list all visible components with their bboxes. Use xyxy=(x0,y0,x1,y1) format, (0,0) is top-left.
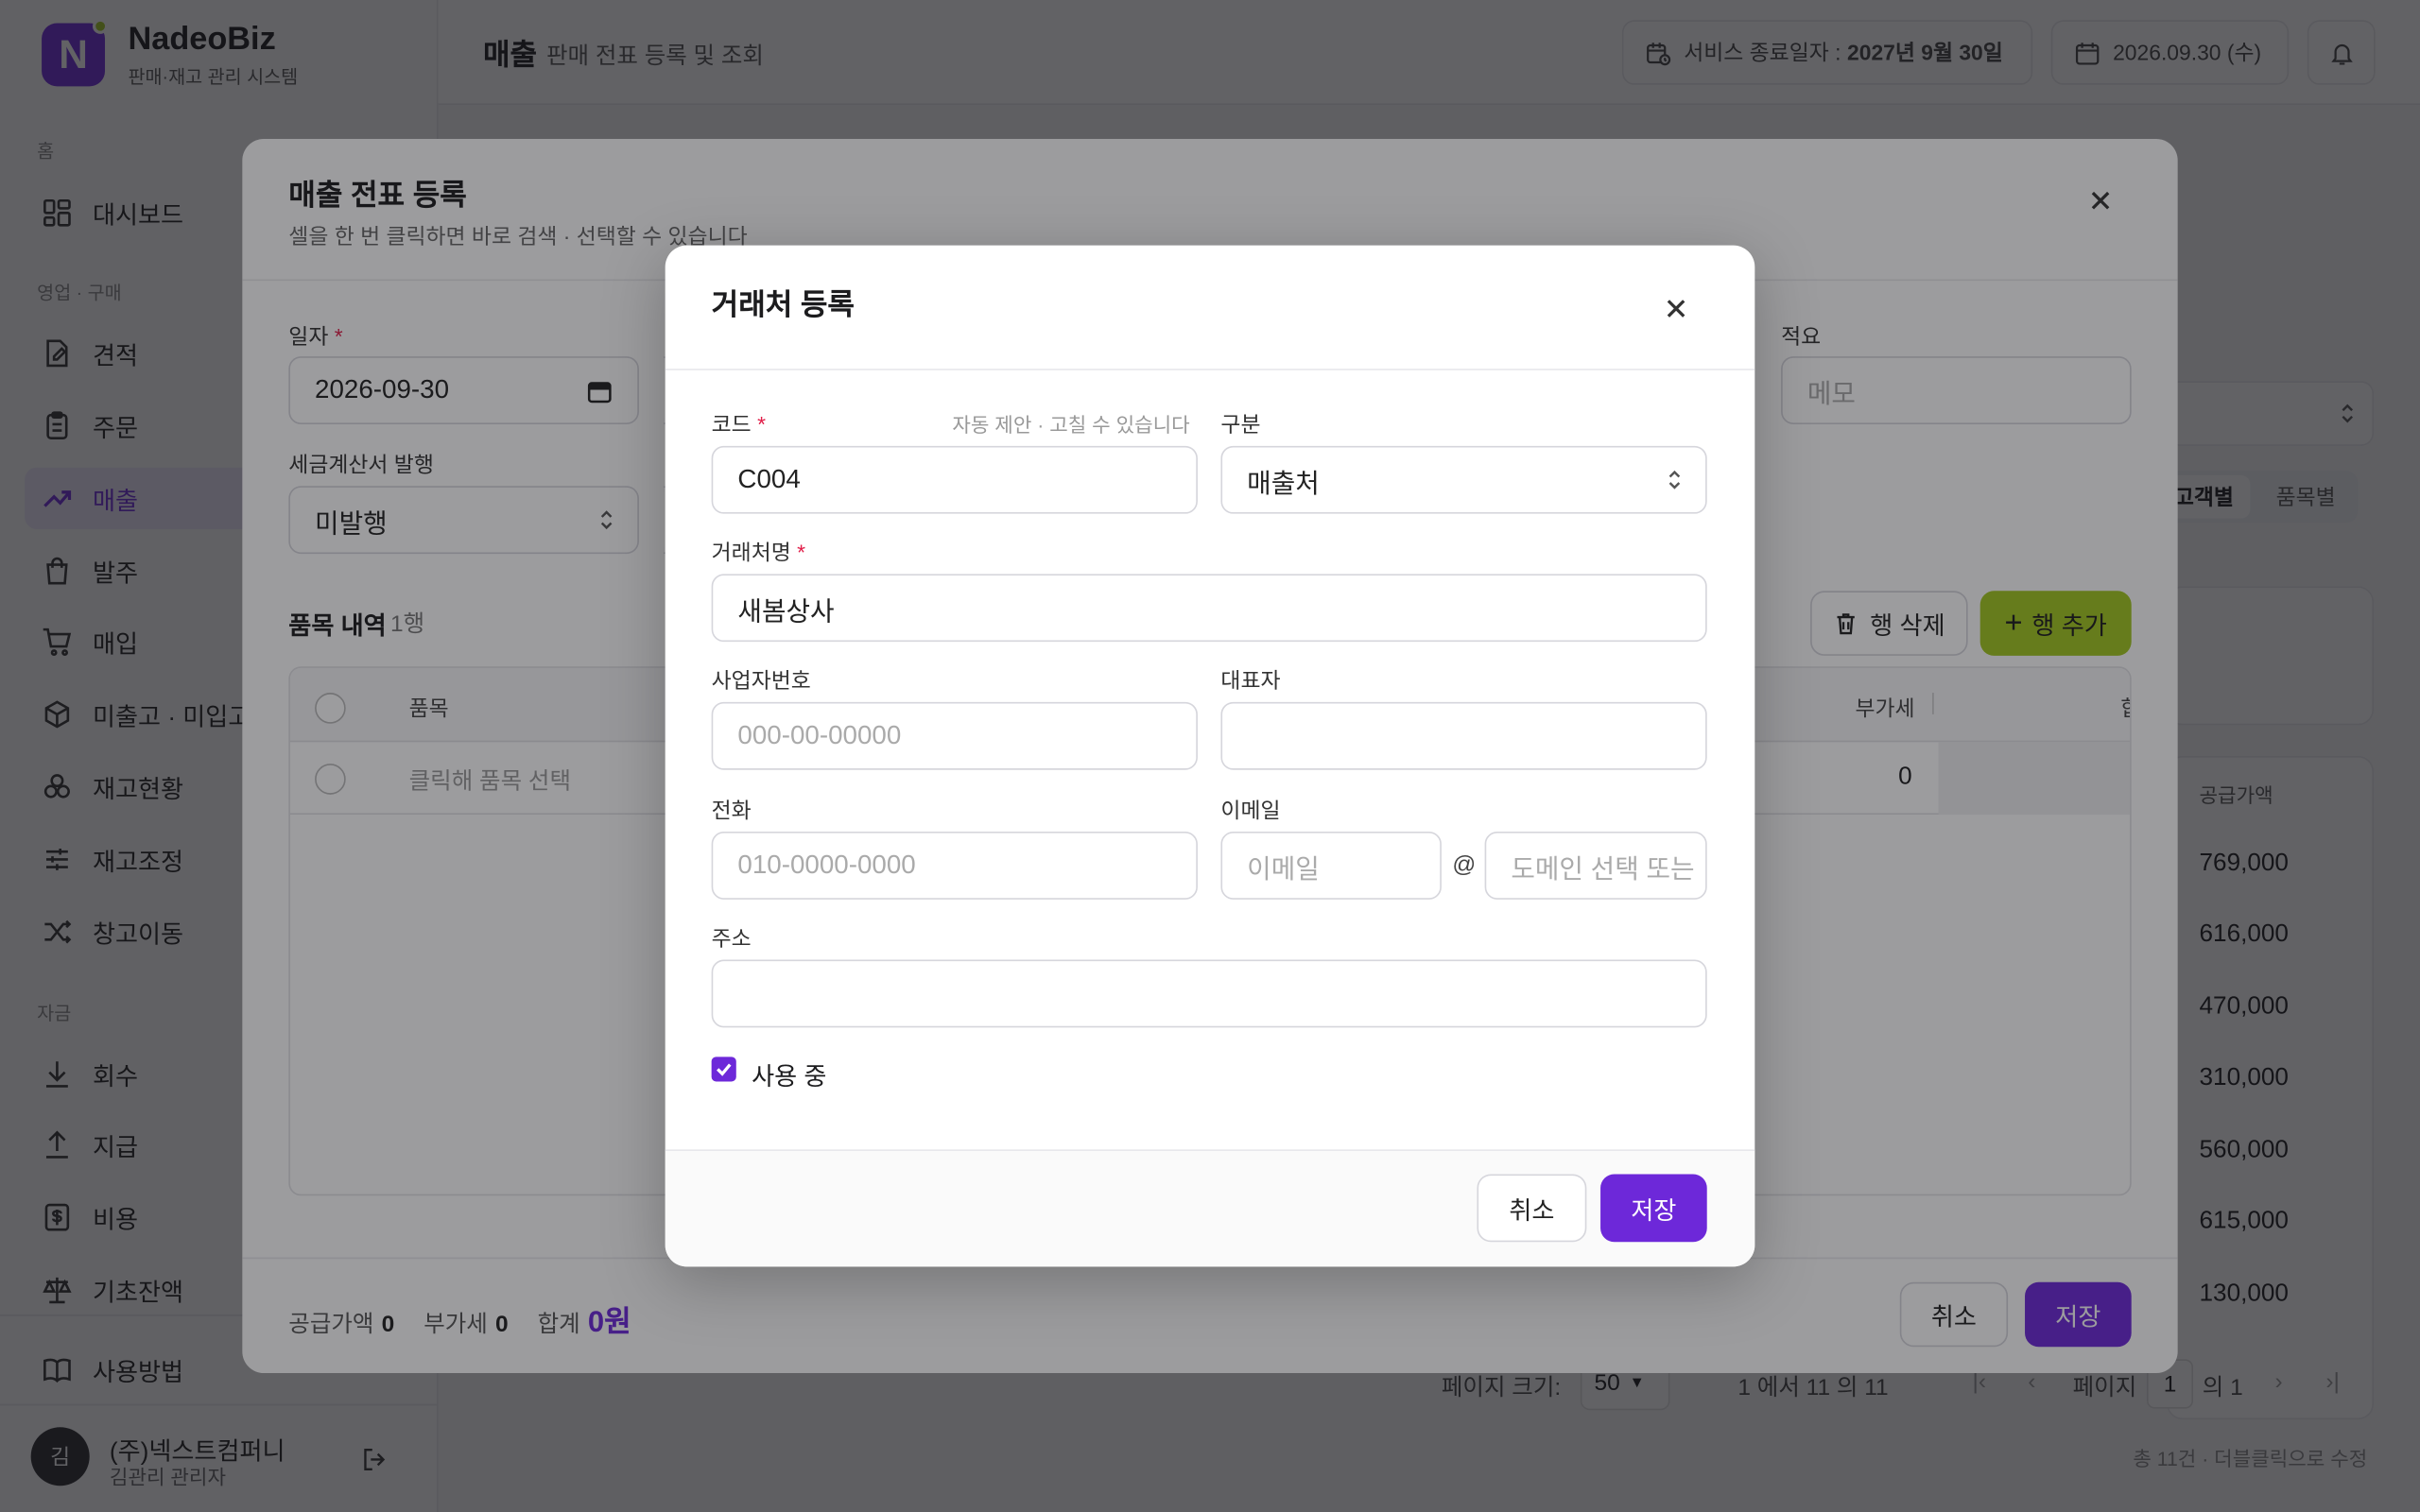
divider xyxy=(665,369,1755,370)
active-checkbox[interactable] xyxy=(711,1057,736,1082)
check-icon xyxy=(717,1063,732,1076)
ceo-label: 대표자 xyxy=(1220,667,1281,694)
bizno-input[interactable]: 000-00-00000 xyxy=(711,701,1198,770)
code-hint: 자동 제안 · 고칠 수 있습니다 xyxy=(952,413,1190,438)
ceo-input[interactable] xyxy=(1220,701,1707,770)
code-input[interactable]: C004 xyxy=(711,445,1198,514)
customer-name-input[interactable]: 새봄상사 xyxy=(711,574,1707,643)
modal-title: 거래처 등록 xyxy=(711,289,855,323)
email-at-sign: @ xyxy=(1452,851,1477,878)
close-icon[interactable] xyxy=(1661,293,1692,324)
type-label: 구분 xyxy=(1220,411,1261,438)
address-input[interactable] xyxy=(711,959,1707,1028)
code-label: 코드 * xyxy=(711,411,766,438)
modal-footer xyxy=(665,1149,1755,1267)
phone-label: 전화 xyxy=(711,798,752,823)
type-value: 매출처 xyxy=(1247,468,1320,498)
active-label: 사용 중 xyxy=(752,1064,827,1091)
type-select[interactable]: 매출처 xyxy=(1220,445,1707,514)
email-domain-input[interactable]: 도메인 선택 또는 xyxy=(1484,831,1707,900)
cancel-button[interactable]: 취소 xyxy=(1477,1174,1587,1243)
phone-input[interactable]: 010-0000-0000 xyxy=(711,831,1198,900)
chevron-updown-icon xyxy=(1668,470,1681,490)
bizno-label: 사업자번호 xyxy=(711,667,811,694)
customer-register-modal: 거래처 등록 코드 * 자동 제안 · 고칠 수 있습니다 C004 구분 매출… xyxy=(665,245,1755,1267)
email-label: 이메일 xyxy=(1220,798,1281,823)
email-local-input[interactable]: 이메일 xyxy=(1220,831,1442,900)
address-label: 주소 xyxy=(711,925,752,951)
name-label: 거래처명 * xyxy=(711,540,806,565)
save-button[interactable]: 저장 xyxy=(1600,1174,1707,1243)
